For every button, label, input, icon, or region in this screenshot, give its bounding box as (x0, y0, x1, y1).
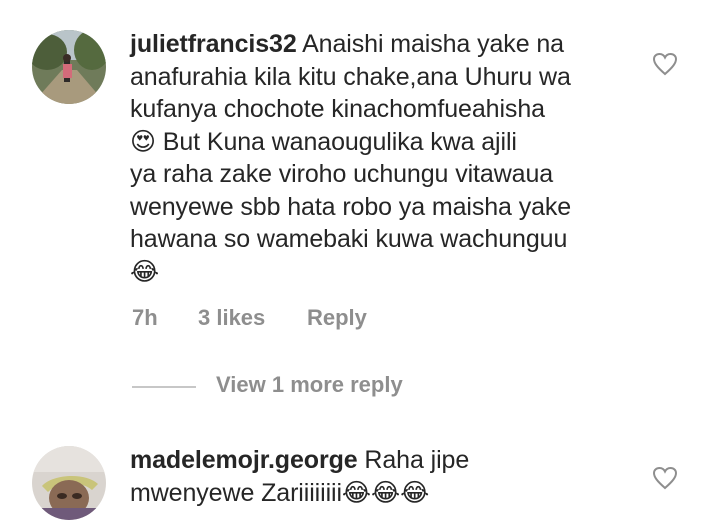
reply-button[interactable]: Reply (307, 305, 367, 331)
comment-text: kufanya chochote kinachomfueahisha (130, 95, 545, 123)
view-more-replies[interactable]: View 1 more reply (132, 372, 432, 402)
comment-text: hawana so wamebaki kuwa wachunguu (130, 225, 568, 253)
comment-text: anafurahia kila kitu chake,ana Uhuru wa (130, 62, 571, 91)
comment-madelemojr-george: madelemojr.george Raha jipe mwenyewe Zar… (0, 430, 720, 520)
comment-julietfrancis32: julietfrancis32 Anaishi maisha yake na a… (0, 0, 720, 340)
comment-text: Anaishi maisha yake na (296, 30, 564, 58)
heart-outline-icon[interactable] (652, 52, 678, 78)
comment-time: 7h (132, 305, 158, 330)
comment-line: madelemojr.george Raha jipe (130, 444, 650, 477)
comment-line: julietfrancis32 Anaishi maisha yake na (130, 28, 650, 61)
comment-text: 😍 But Kuna wanaougulika kwa ajili (130, 127, 517, 156)
comment-username[interactable]: julietfrancis32 (130, 30, 297, 58)
likes-count[interactable]: 3 likes (198, 305, 265, 331)
comment-text: 😂 (130, 257, 160, 286)
heart-outline-icon[interactable] (652, 466, 678, 492)
comment-text: ya raha zake viroho uchungu vitawaua (130, 160, 554, 188)
comment-text: mwenyewe Zariiiiiiii😂😂😂 (130, 478, 430, 507)
comment-text: Raha jipe (357, 446, 470, 474)
avatar[interactable] (32, 446, 106, 520)
comment-text: wenyewe sbb hata robo ya maisha yake (130, 192, 572, 221)
view-more-replies-label[interactable]: View 1 more reply (216, 372, 403, 398)
avatar[interactable] (32, 30, 106, 104)
comment-username[interactable]: madelemojr.george (130, 446, 358, 474)
divider (132, 386, 196, 388)
